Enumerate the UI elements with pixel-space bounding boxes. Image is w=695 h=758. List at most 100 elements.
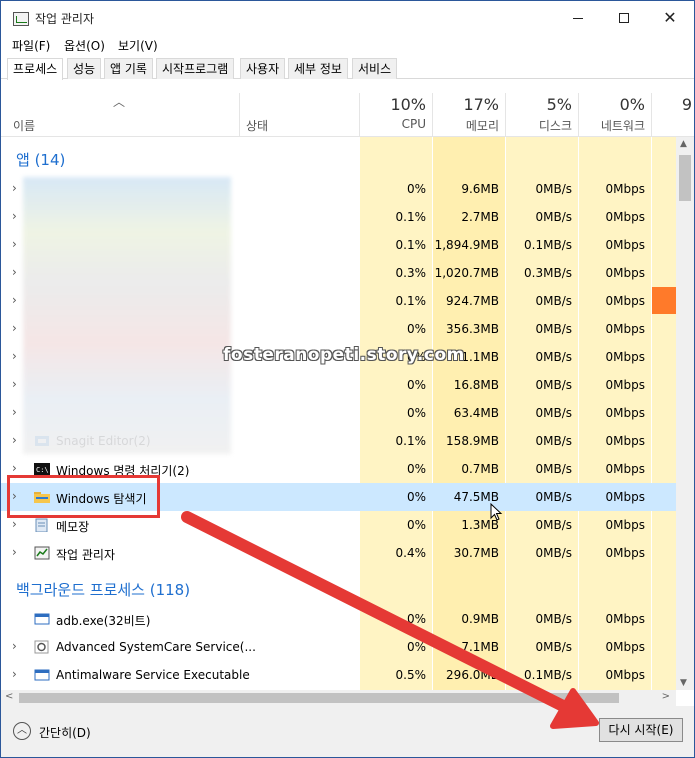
redacted-app-names (23, 177, 231, 454)
scroll-left-icon[interactable]: < (5, 691, 13, 702)
disk-value: 0MB/s (535, 378, 572, 392)
horizontal-scrollbar[interactable]: < > (1, 690, 676, 706)
sort-caret-icon[interactable]: ︿ (113, 93, 125, 110)
cpu-value: 0% (406, 406, 426, 420)
disk-value: 0MB/s (535, 640, 572, 654)
disk-value: 0.1MB/s (524, 238, 572, 252)
disk-value: 0MB/s (535, 182, 572, 196)
expand-chevron-icon[interactable]: › (12, 321, 17, 335)
expand-chevron-icon[interactable]: › (12, 377, 17, 391)
expand-chevron-icon[interactable]: › (12, 517, 17, 531)
expand-chevron-icon[interactable]: › (12, 667, 17, 681)
cpu-value: 0% (406, 182, 426, 196)
horizontal-scroll-thumb[interactable] (19, 693, 619, 703)
group-background[interactable]: 백그라운드 프로세스 (118) (16, 579, 190, 600)
cpu-value: 0% (406, 518, 426, 532)
tab-users[interactable]: 사용자 (240, 58, 286, 79)
cpu-value: 0.1% (395, 434, 427, 448)
tab-details[interactable]: 세부 정보 (288, 58, 348, 79)
close-button[interactable]: ✕ (647, 1, 693, 35)
column-disk[interactable]: 디스크 (502, 117, 572, 134)
process-name: 메모장 (56, 520, 90, 534)
title-bar: 작업 관리자 ✕ (1, 1, 694, 35)
task-manager-window: 작업 관리자 ✕ 파일(F) 옵션(O) 보기(V) 프로세스 성능 앱 기록 … (0, 0, 695, 758)
cpu-value: 0% (406, 612, 426, 626)
memory-value: 0.7MB (461, 462, 499, 476)
network-value: 0Mbps (605, 668, 645, 682)
network-value: 0Mbps (605, 612, 645, 626)
network-value: 0Mbps (605, 210, 645, 224)
tab-processes[interactable]: 프로세스 (7, 58, 64, 80)
cpu-value: 0% (406, 378, 426, 392)
memory-value: 0.9MB (461, 612, 499, 626)
column-cpu[interactable]: CPU (356, 117, 426, 131)
column-name[interactable]: 이름 (13, 117, 35, 134)
process-name: Advanced SystemCare Service(... (56, 640, 256, 654)
disk-value: 0MB/s (535, 350, 572, 364)
column-status[interactable]: 상태 (246, 117, 268, 134)
notepad-icon (34, 518, 50, 533)
disk-total[interactable]: 5% (502, 95, 572, 114)
network-value: 0Mbps (605, 406, 645, 420)
network-value: 0Mbps (605, 322, 645, 336)
scroll-down-icon[interactable]: ▼ (680, 678, 687, 688)
expand-chevron-icon[interactable]: › (12, 545, 17, 559)
expand-chevron-icon[interactable]: › (12, 433, 17, 447)
network-value: 0Mbps (605, 462, 645, 476)
disk-value: 0.3MB/s (524, 266, 572, 280)
menu-file[interactable]: 파일(F) (12, 37, 50, 54)
minimize-button[interactable] (555, 1, 601, 35)
menu-bar: 파일(F) 옵션(O) 보기(V) (1, 35, 694, 55)
table-row[interactable]: › 작업 관리자 0.4% 30.7MB 0MB/s 0Mbps (1, 539, 676, 567)
table-row[interactable]: › Advanced SystemCare Service(... 0% 7.1MB 0… (1, 633, 676, 661)
vertical-scrollbar[interactable]: ▲ ▼ (676, 137, 694, 690)
expand-chevron-icon[interactable]: › (12, 405, 17, 419)
expand-chevron-icon[interactable]: › (12, 209, 17, 223)
column-extra[interactable]: 9 (618, 95, 692, 114)
tab-bar: 프로세스 성능 앱 기록 시작프로그램 사용자 세부 정보 서비스 (1, 57, 694, 80)
table-row[interactable]: adb.exe(32비트) 0% 0.9MB 0MB/s 0Mbps (1, 605, 676, 633)
network-value: 0Mbps (605, 546, 645, 560)
scroll-right-icon[interactable]: > (662, 691, 670, 702)
memory-value: 16.8MB (453, 378, 499, 392)
memory-total[interactable]: 17% (429, 95, 499, 114)
tab-startup[interactable]: 시작프로그램 (156, 58, 235, 79)
vertical-scroll-thumb[interactable] (679, 155, 691, 201)
menu-view[interactable]: 보기(V) (118, 37, 158, 54)
scroll-up-icon[interactable]: ▲ (680, 139, 687, 149)
cpu-value: 0.3% (395, 266, 427, 280)
restart-button[interactable]: 다시 시작(E) (599, 718, 683, 742)
disk-value: 0MB/s (535, 612, 572, 626)
expand-chevron-icon[interactable]: › (12, 181, 17, 195)
expand-chevron-icon[interactable]: › (12, 349, 17, 363)
table-row[interactable]: › Antimalware Service Executable 0.5% 296.0… (1, 661, 676, 689)
maximize-button[interactable] (601, 1, 647, 35)
expand-chevron-icon[interactable]: › (12, 461, 17, 475)
task-manager-icon (34, 546, 50, 560)
column-memory[interactable]: 메모리 (429, 117, 499, 134)
chevron-up-icon[interactable]: ︿ (13, 722, 31, 740)
memory-value: 2.7MB (461, 210, 499, 224)
tab-performance[interactable]: 성능 (67, 58, 102, 79)
group-apps[interactable]: 앱 (14) (16, 149, 65, 170)
expand-chevron-icon[interactable]: › (12, 639, 17, 653)
command-prompt-icon: C:\ (34, 462, 50, 476)
network-value: 0Mbps (605, 518, 645, 532)
expand-chevron-icon[interactable]: › (12, 265, 17, 279)
network-value: 0Mbps (605, 378, 645, 392)
cpu-total[interactable]: 10% (356, 95, 426, 114)
menu-options[interactable]: 옵션(O) (64, 37, 105, 54)
expand-chevron-icon[interactable]: › (12, 237, 17, 251)
tab-app-history[interactable]: 앱 기록 (104, 58, 153, 79)
memory-value: 1,020.7MB (434, 266, 499, 280)
tab-services[interactable]: 서비스 (352, 58, 398, 79)
cpu-value: 0% (406, 490, 426, 504)
app-window-icon (34, 612, 50, 626)
fewer-details-link[interactable]: 간단히(D) (39, 724, 91, 741)
disk-value: 0MB/s (535, 406, 572, 420)
disk-value: 0MB/s (535, 294, 572, 308)
column-network[interactable]: 네트워크 (575, 117, 645, 134)
network-value: 0Mbps (605, 350, 645, 364)
expand-chevron-icon[interactable]: › (12, 293, 17, 307)
cpu-value: 0.1% (395, 210, 427, 224)
